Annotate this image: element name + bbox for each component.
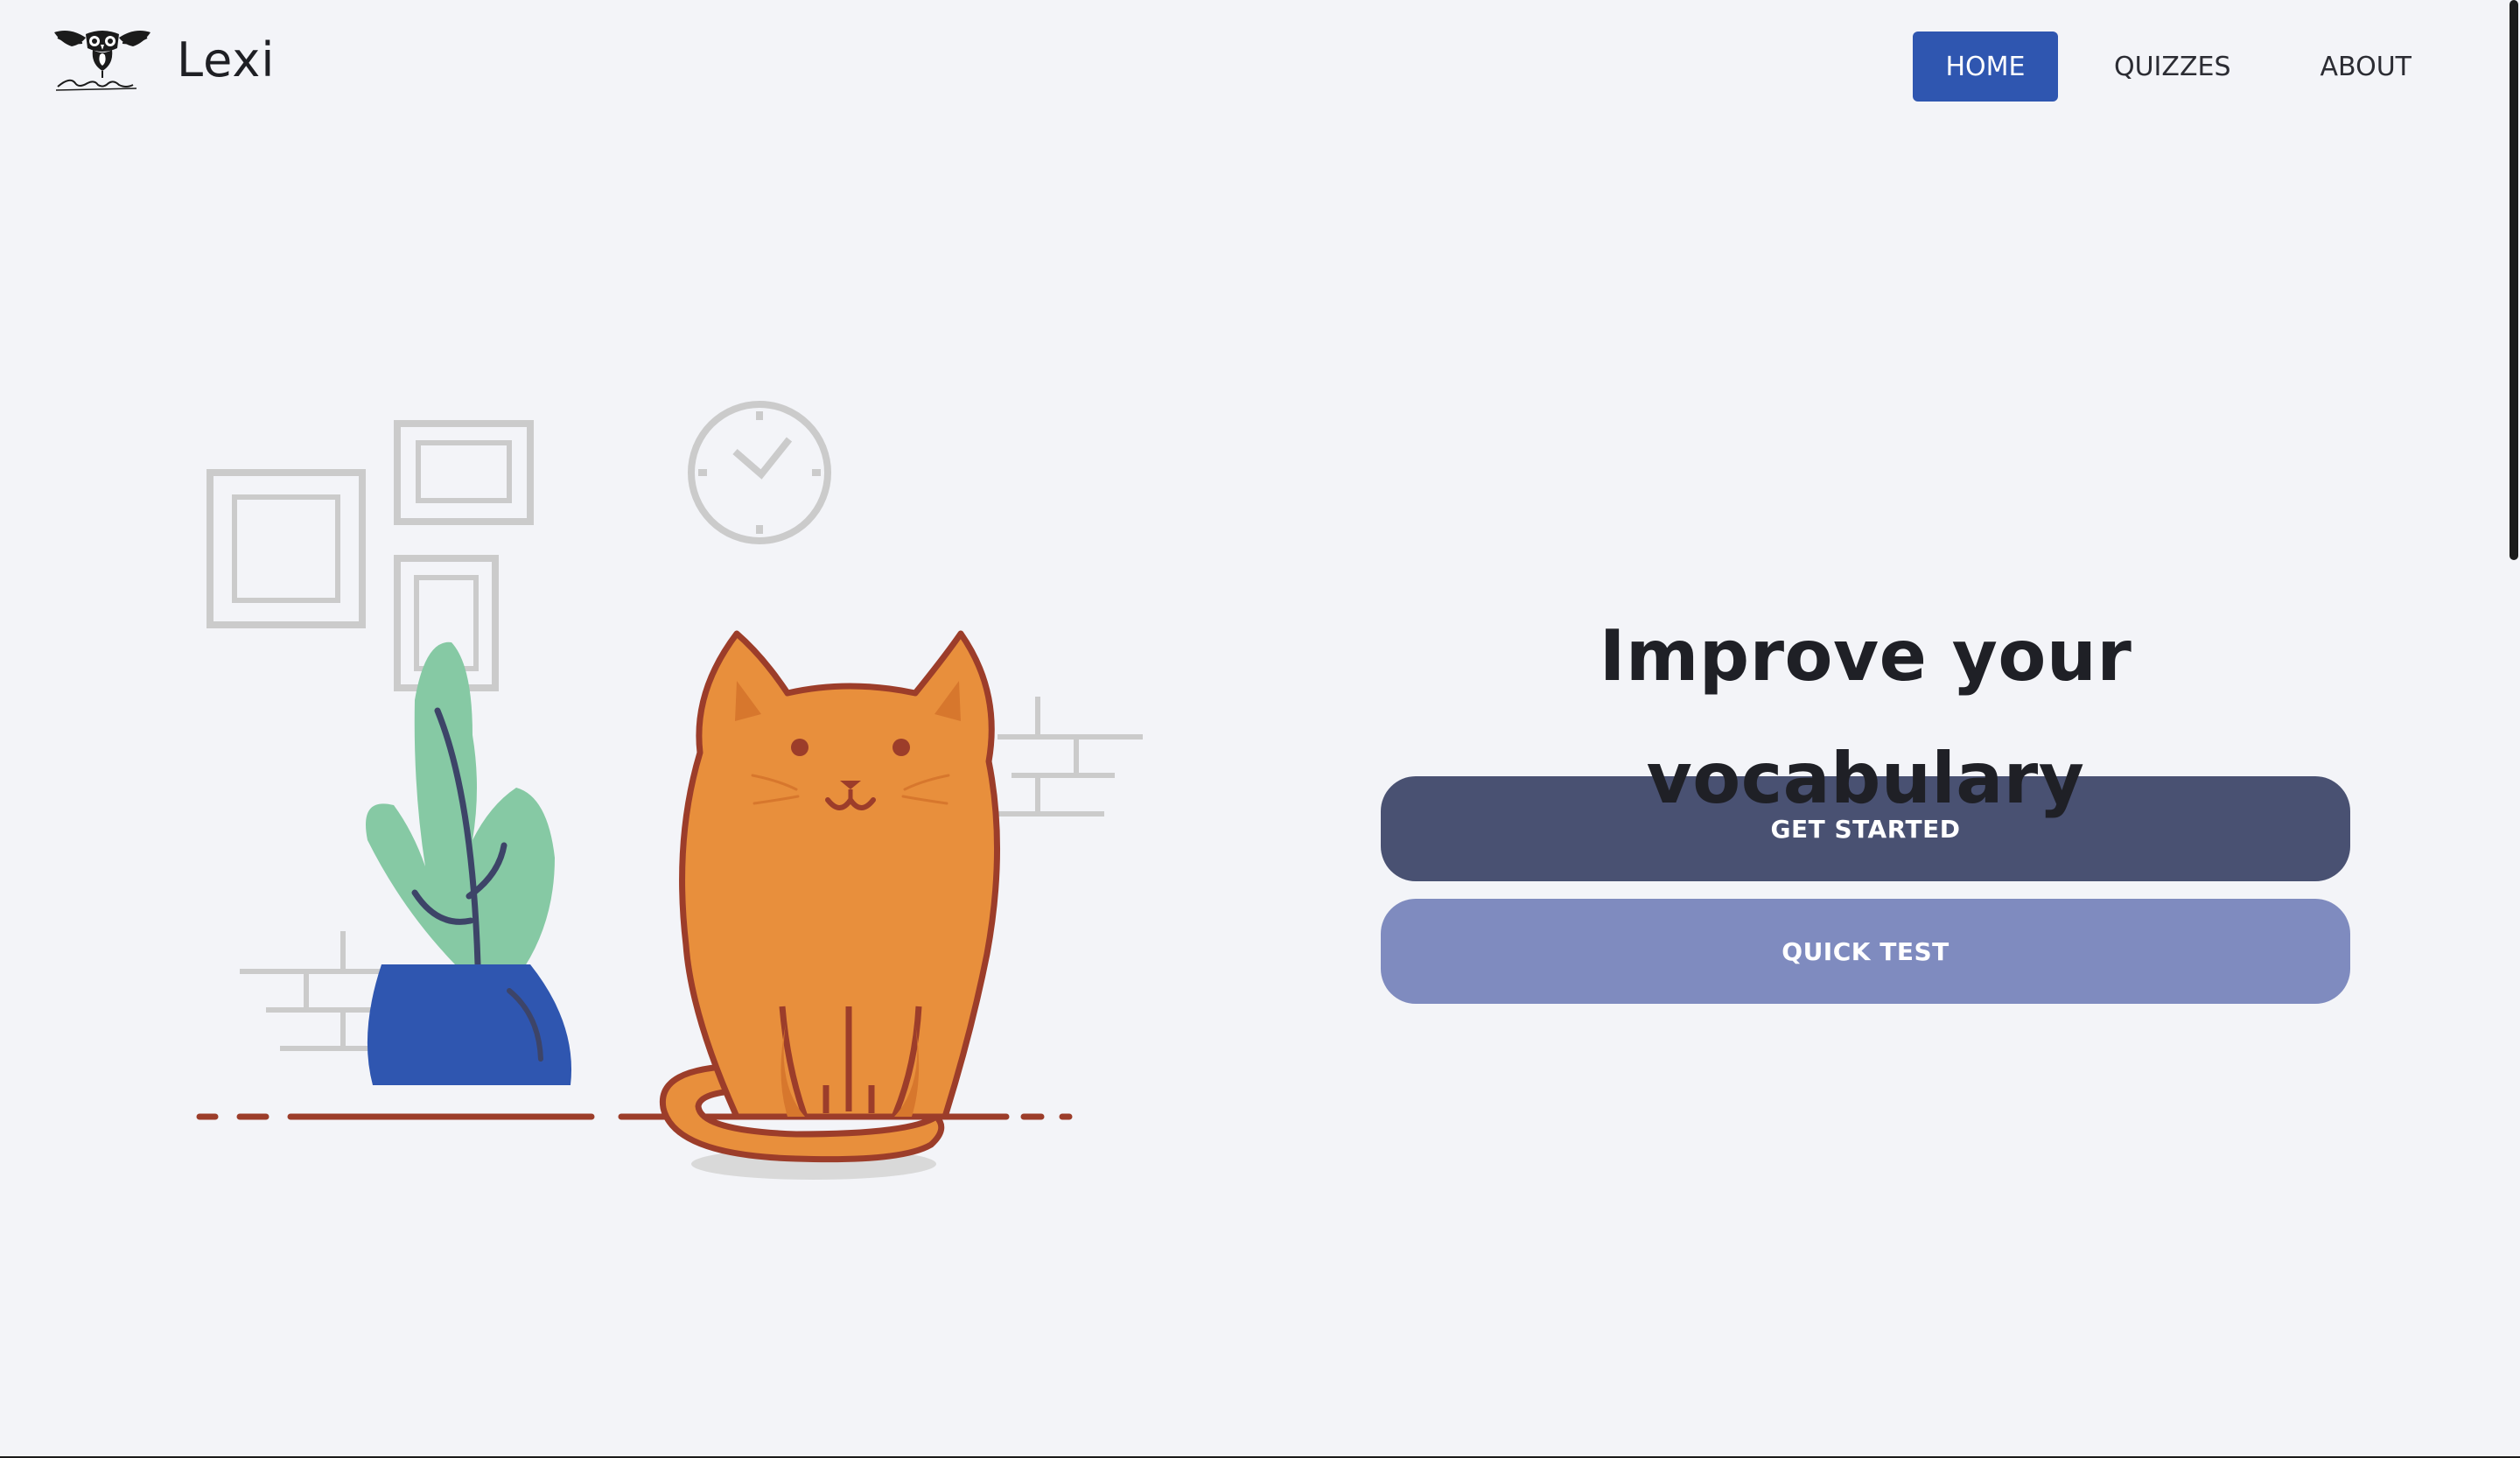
page: Lexi HOME QUIZZES ABOUT Improve your voc… — [0, 0, 2520, 1458]
picture-frames — [206, 420, 534, 691]
cat-and-plant-illustration — [196, 401, 1143, 1180]
brand[interactable]: Lexi — [52, 25, 275, 95]
quick-test-button[interactable]: QUICK TEST — [1381, 899, 2350, 1004]
hero-section: Improve your vocabulary GET STARTED QUIC… — [1381, 595, 2350, 1004]
header: Lexi HOME QUIZZES ABOUT — [0, 0, 2520, 131]
nav-about[interactable]: ABOUT — [2287, 32, 2445, 102]
cat-icon — [659, 630, 1001, 1163]
brand-name: Lexi — [177, 32, 276, 88]
nav-home[interactable]: HOME — [1912, 32, 2058, 102]
nav-quizzes[interactable]: QUIZZES — [2081, 32, 2264, 102]
clock-icon — [688, 401, 831, 544]
main-nav: HOME QUIZZES ABOUT — [1912, 32, 2445, 102]
hero-title: Improve your vocabulary — [1599, 615, 2132, 819]
scrollbar-thumb[interactable] — [2510, 0, 2518, 560]
scrollbar[interactable] — [2508, 0, 2520, 1458]
owl-logo-icon — [54, 31, 150, 91]
brick-lines-right — [998, 697, 1143, 817]
plant-icon — [366, 641, 572, 1085]
